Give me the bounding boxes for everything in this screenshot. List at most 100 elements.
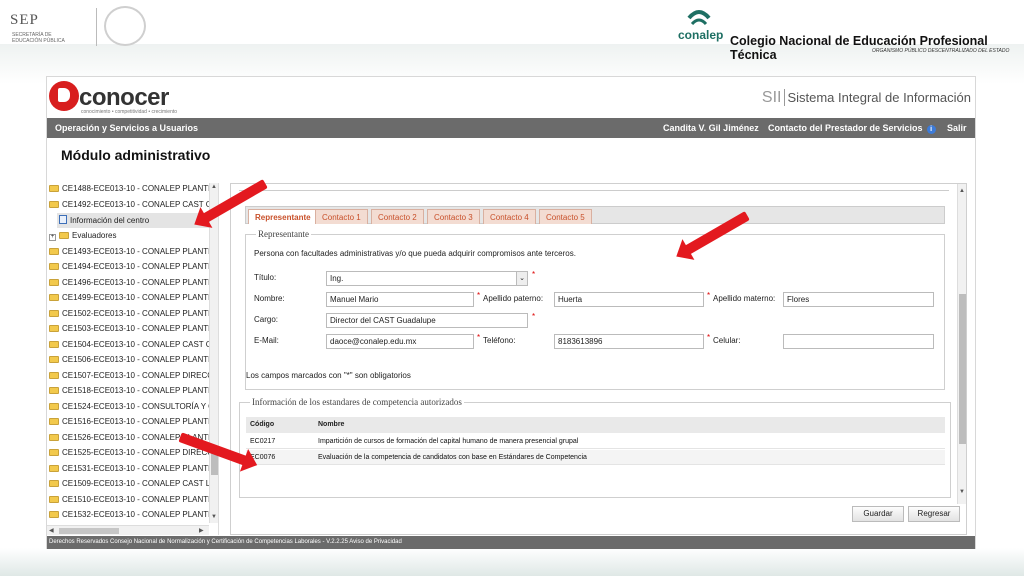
folder-icon bbox=[49, 387, 59, 394]
col-code: Código bbox=[250, 421, 275, 428]
tree-item[interactable]: CE1493-ECE013-10 - CONALEP PLANTEL bbox=[47, 244, 209, 259]
tree-item-label[interactable]: CE1503-ECE013-10 - CONALEP PLANTEL bbox=[62, 324, 209, 333]
required-note: Los campos marcados con "*" son obligato… bbox=[246, 371, 411, 380]
tab-contacto-5[interactable]: Contacto 5 bbox=[539, 209, 592, 224]
system-title: SII Sistema Integral de Información bbox=[761, 89, 971, 107]
tree-item[interactable]: CE1504-ECE013-10 - CONALEP CAST CD. bbox=[47, 337, 209, 352]
application-window: conocer conocimiento • competitividad • … bbox=[46, 76, 976, 549]
nav-contact[interactable]: Contacto del Prestador de Servicios i bbox=[768, 123, 936, 134]
contact-tabs: Representante Contacto 1 Contacto 2 Cont… bbox=[245, 206, 945, 224]
content-vertical-scrollbar[interactable]: ▲ ▼ bbox=[957, 184, 966, 504]
titulo-value: Ing. bbox=[330, 274, 344, 283]
tab-representante[interactable]: Representante bbox=[248, 209, 318, 224]
row-name: Evaluación de la competencia de candidat… bbox=[318, 454, 587, 461]
celular-field[interactable] bbox=[783, 334, 934, 349]
tree-item-label[interactable]: CE1507-ECE013-10 - CONALEP DIRECCIÓ bbox=[62, 371, 209, 380]
tree-item[interactable]: CE1488-ECE013-10 - CONALEP PLANTEL bbox=[47, 183, 209, 196]
tab-contacto-4[interactable]: Contacto 4 bbox=[483, 209, 536, 224]
celular-label: Celular: bbox=[713, 336, 741, 345]
required-mark: * bbox=[532, 312, 536, 321]
logout-link[interactable]: Salir bbox=[947, 123, 967, 133]
tree-item-selected[interactable]: Información del centro bbox=[57, 213, 209, 228]
conocer-logo-icon bbox=[49, 81, 79, 111]
document-icon bbox=[59, 215, 67, 224]
scroll-up-icon[interactable]: ▲ bbox=[959, 188, 965, 194]
tab-contacto-3[interactable]: Contacto 3 bbox=[427, 209, 480, 224]
titulo-select[interactable]: Ing. ⌄ bbox=[326, 271, 528, 286]
scroll-right-icon[interactable]: ▶ bbox=[199, 527, 204, 534]
tree-item-label[interactable]: CE1531-ECE013-10 - CONALEP PLANTEL bbox=[62, 464, 209, 473]
tree-item-label[interactable]: CE1499-ECE013-10 - CONALEP PLANTEL bbox=[62, 293, 209, 302]
tree-item[interactable]: CE1510-ECE013-10 - CONALEP PLANTEL bbox=[47, 492, 209, 507]
tree-scroll-thumb[interactable] bbox=[211, 453, 218, 475]
tree-item-label[interactable]: CE1488-ECE013-10 - CONALEP PLANTEL bbox=[62, 184, 209, 193]
scroll-down-icon[interactable]: ▼ bbox=[959, 489, 965, 495]
tree-item[interactable]: CE1531-ECE013-10 - CONALEP PLANTEL bbox=[47, 461, 209, 476]
expand-icon[interactable]: + bbox=[49, 234, 56, 241]
tree-item[interactable]: + Evaluadores bbox=[49, 228, 211, 243]
standards-table-header: Código Nombre bbox=[246, 417, 945, 433]
table-row[interactable]: EC0076 Evaluación de la competencia de c… bbox=[246, 450, 945, 465]
required-mark: * bbox=[477, 291, 481, 300]
apellido-materno-field[interactable]: Flores bbox=[783, 292, 934, 307]
tree-item[interactable]: CE1499-ECE013-10 - CONALEP PLANTEL bbox=[47, 290, 209, 305]
divider bbox=[239, 190, 949, 191]
tree-item[interactable]: CE1525-ECE013-10 - CONALEP DIRECCIÓ bbox=[47, 445, 209, 460]
tree-item-label[interactable]: CE1493-ECE013-10 - CONALEP PLANTEL bbox=[62, 247, 209, 256]
tree-item-label[interactable]: CE1494-ECE013-10 - CONALEP PLANTEL bbox=[62, 262, 209, 271]
tab-contacto-1[interactable]: Contacto 1 bbox=[315, 209, 368, 224]
telefono-field[interactable]: 8183613896 bbox=[554, 334, 704, 349]
folder-icon bbox=[49, 480, 59, 487]
cargo-field[interactable]: Director del CAST Guadalupe bbox=[326, 313, 528, 328]
tab-contacto-2[interactable]: Contacto 2 bbox=[371, 209, 424, 224]
tree-item[interactable]: CE1506-ECE013-10 - CONALEP PLANTEL bbox=[47, 352, 209, 367]
tree-item-label[interactable]: Evaluadores bbox=[72, 231, 116, 240]
telefono-label: Teléfono: bbox=[483, 336, 516, 345]
sii-title: Sistema Integral de Información bbox=[787, 90, 971, 105]
tree-item[interactable]: CE1516-ECE013-10 - CONALEP PLANTEL bbox=[47, 414, 209, 429]
back-button[interactable]: Regresar bbox=[908, 506, 960, 522]
folder-icon bbox=[49, 279, 59, 286]
tree-item[interactable]: CE1509-ECE013-10 - CONALEP CAST LEO bbox=[47, 476, 209, 491]
tree-hscroll-thumb[interactable] bbox=[59, 528, 119, 534]
tree-item-label[interactable]: CE1525-ECE013-10 - CONALEP DIRECCIÓ bbox=[62, 448, 209, 457]
tree-item-label[interactable]: CE1502-ECE013-10 - CONALEP PLANTEL bbox=[62, 309, 209, 318]
conocer-logo-text: conocer bbox=[79, 84, 169, 111]
tree-item[interactable]: CE1518-ECE013-10 - CONALEP PLANTEL bbox=[47, 383, 209, 398]
tree-item[interactable]: CE1524-ECE013-10 - CONSULTORÍA Y CO bbox=[47, 399, 209, 414]
tree-item-label[interactable]: CE1516-ECE013-10 - CONALEP PLANTEL bbox=[62, 417, 209, 426]
tree-item[interactable]: CE1507-ECE013-10 - CONALEP DIRECCIÓ bbox=[47, 368, 209, 383]
tree-item-label[interactable]: CE1509-ECE013-10 - CONALEP CAST LEO bbox=[62, 479, 209, 488]
tree-item-label[interactable]: CE1518-ECE013-10 - CONALEP PLANTEL bbox=[62, 386, 209, 395]
apellido-paterno-field[interactable]: Huerta bbox=[554, 292, 704, 307]
tree-item[interactable]: CE1494-ECE013-10 - CONALEP PLANTEL bbox=[47, 259, 209, 274]
tree-item[interactable]: CE1503-ECE013-10 - CONALEP PLANTEL bbox=[47, 321, 209, 336]
tree-item-label[interactable]: CE1506-ECE013-10 - CONALEP PLANTEL bbox=[62, 355, 209, 364]
scroll-down-icon[interactable]: ▼ bbox=[211, 514, 217, 520]
nav-operations[interactable]: Operación y Servicios a Usuarios bbox=[55, 123, 198, 133]
nombre-field[interactable]: Manuel Mario bbox=[326, 292, 474, 307]
tree-item-label[interactable]: CE1504-ECE013-10 - CONALEP CAST CD. bbox=[62, 340, 209, 349]
tree-item-label[interactable]: CE1524-ECE013-10 - CONSULTORÍA Y CO bbox=[62, 402, 209, 411]
scroll-left-icon[interactable]: ◀ bbox=[49, 527, 54, 534]
save-button[interactable]: Guardar bbox=[852, 506, 904, 522]
tree-item[interactable]: CE1496-ECE013-10 - CONALEP PLANTEL bbox=[47, 275, 209, 290]
chevron-down-icon[interactable]: ⌄ bbox=[516, 272, 527, 285]
tree-item-label[interactable]: CE1496-ECE013-10 - CONALEP PLANTEL bbox=[62, 278, 209, 287]
email-field[interactable]: daoce@conalep.edu.mx bbox=[326, 334, 474, 349]
tree-item-label[interactable]: CE1492-ECE013-10 - CONALEP CAST GU bbox=[62, 200, 209, 209]
tree-item-label[interactable]: CE1510-ECE013-10 - CONALEP PLANTEL bbox=[62, 495, 209, 504]
scroll-up-icon[interactable]: ▲ bbox=[211, 184, 217, 190]
tree-item[interactable]: CE1532-ECE013-10 - CONALEP PLANTEL bbox=[47, 507, 209, 522]
folder-icon bbox=[49, 325, 59, 332]
tree-vertical-scrollbar[interactable]: ▲ ▼ bbox=[209, 183, 218, 523]
info-icon[interactable]: i bbox=[926, 125, 936, 134]
tree-item[interactable]: CE1492-ECE013-10 - CONALEP CAST GU bbox=[47, 197, 209, 212]
table-row[interactable]: EC0217 Impartición de cursos de formació… bbox=[246, 434, 945, 449]
nav-contact-label[interactable]: Contacto del Prestador de Servicios bbox=[768, 123, 923, 133]
tree-item[interactable]: CE1502-ECE013-10 - CONALEP PLANTEL bbox=[47, 306, 209, 321]
tree-item-label[interactable]: Información del centro bbox=[70, 216, 149, 225]
tree-horizontal-scrollbar[interactable]: ◀ ▶ bbox=[47, 525, 209, 535]
tree-item-label[interactable]: CE1532-ECE013-10 - CONALEP PLANTEL bbox=[62, 510, 209, 519]
content-scroll-thumb[interactable] bbox=[959, 294, 966, 444]
